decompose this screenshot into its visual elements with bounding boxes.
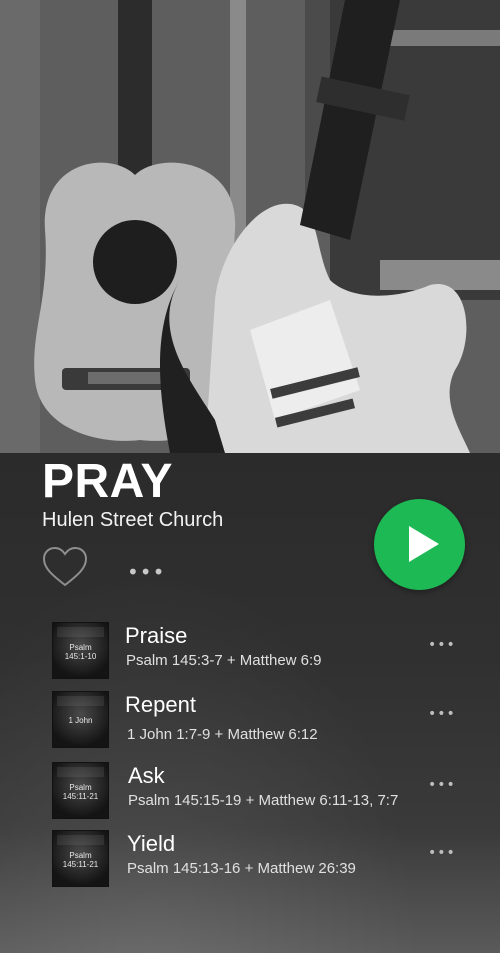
- track-title: Praise: [125, 623, 188, 648]
- track-thumbnail: Psalm 145:11-21: [52, 762, 109, 819]
- track-row-praise[interactable]: Psalm 145:1-10 Praise Psalm 145:3-7 + Ma…: [0, 620, 500, 680]
- track-reference: 1 John 1:7-9 + Matthew 6:12: [127, 726, 318, 743]
- play-icon: [409, 526, 439, 562]
- thumbnail-shelf: [57, 627, 104, 637]
- track-row-ask[interactable]: Psalm 145:11-21 Ask Psalm 145:15-19 + Ma…: [0, 760, 500, 820]
- thumbnail-label: Psalm 145:11-21: [62, 851, 99, 869]
- thumbnail-shelf: [57, 835, 104, 845]
- album-title: PRAY: [42, 455, 173, 508]
- track-title: Ask: [128, 763, 165, 788]
- track-reference: Psalm 145:15-19 + Matthew 6:11-13, 7:7: [128, 792, 399, 809]
- guitars-illustration: [0, 0, 500, 453]
- thumbnail-shelf: [57, 767, 104, 777]
- track-reference: Psalm 145:13-16 + Matthew 26:39: [127, 860, 356, 877]
- track-more-button[interactable]: •••: [428, 846, 456, 860]
- track-row-repent[interactable]: 1 John Repent 1 John 1:7-9 + Matthew 6:1…: [0, 689, 500, 749]
- track-reference: Psalm 145:3-7 + Matthew 6:9: [126, 652, 322, 669]
- track-thumbnail: Psalm 145:11-21: [52, 830, 109, 887]
- thumbnail-label: Psalm 145:1-10: [64, 643, 97, 661]
- track-more-button[interactable]: •••: [428, 707, 456, 721]
- thumbnail-label: 1 John: [68, 716, 93, 725]
- track-row-yield[interactable]: Psalm 145:11-21 Yield Psalm 145:13-16 + …: [0, 828, 500, 888]
- cover-photo-guitars: [0, 0, 500, 453]
- track-title: Repent: [125, 692, 196, 717]
- thumbnail-label: Psalm 145:11-21: [62, 783, 99, 801]
- track-title: Yield: [127, 831, 176, 856]
- like-button[interactable]: [42, 546, 88, 588]
- play-button[interactable]: [374, 499, 465, 590]
- track-more-button[interactable]: •••: [428, 638, 456, 652]
- thumbnail-shelf: [57, 696, 104, 706]
- track-more-button[interactable]: •••: [428, 778, 456, 792]
- track-thumbnail: Psalm 145:1-10: [52, 622, 109, 679]
- track-thumbnail: 1 John: [52, 691, 109, 748]
- artist-name[interactable]: Hulen Street Church: [42, 508, 223, 532]
- heart-outline-icon: [42, 546, 88, 587]
- more-options-button[interactable]: •••: [127, 562, 164, 582]
